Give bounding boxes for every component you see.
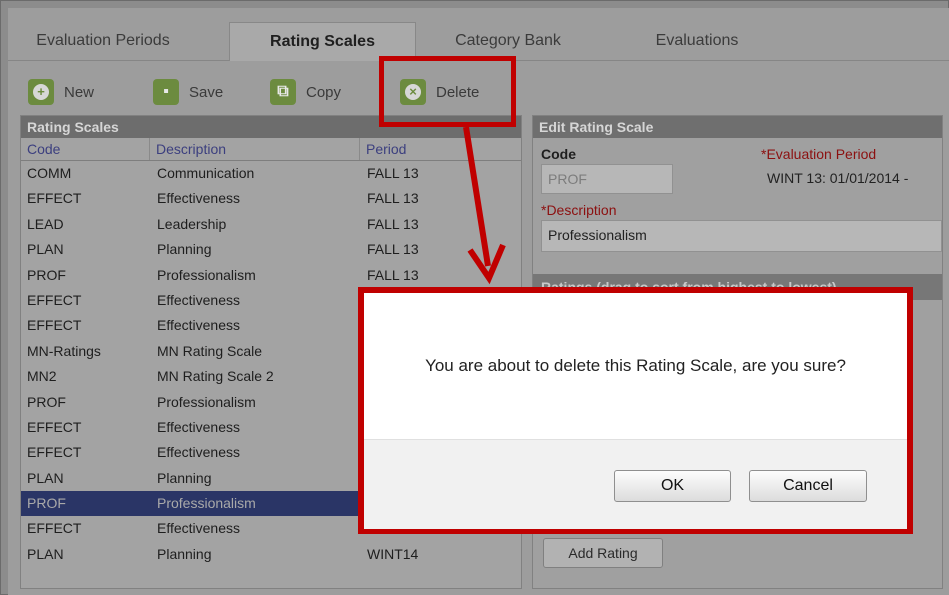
table-row[interactable]: PROF Professionalism FALL 13 bbox=[21, 263, 521, 288]
table-row[interactable]: PLAN Planning FALL 13 bbox=[21, 237, 521, 262]
cell-description: Leadership bbox=[157, 215, 227, 232]
delete-highlight-box bbox=[379, 56, 516, 127]
cell-description: Effectiveness bbox=[157, 444, 241, 461]
cell-description: Professionalism bbox=[157, 266, 256, 283]
copy-icon: ⧉ bbox=[270, 79, 296, 105]
tab-category-bank[interactable]: Category Bank bbox=[428, 22, 588, 60]
confirm-delete-dialog: You are about to delete this Rating Scal… bbox=[358, 287, 913, 534]
cell-description: Planning bbox=[157, 469, 212, 486]
cell-description: Effectiveness bbox=[157, 291, 241, 308]
description-field[interactable]: Professionalism bbox=[541, 220, 942, 252]
cell-code: LEAD bbox=[27, 215, 64, 232]
cell-description: Planning bbox=[157, 545, 212, 562]
cell-description: Planning bbox=[157, 241, 212, 258]
tab-evaluation-periods[interactable]: Evaluation Periods bbox=[8, 22, 198, 60]
table-row[interactable]: EFFECT Effectiveness FALL 13 bbox=[21, 186, 521, 211]
cell-description: Effectiveness bbox=[157, 317, 241, 334]
evaluation-period-label: *Evaluation Period bbox=[761, 146, 877, 162]
evaluation-period-select[interactable]: WINT 13: 01/01/2014 - bbox=[761, 164, 942, 194]
cell-code: PROF bbox=[27, 393, 66, 410]
table-header: Code Description Period bbox=[21, 138, 521, 161]
column-period[interactable]: Period bbox=[359, 138, 516, 160]
table-row[interactable]: COMM Communication FALL 13 bbox=[21, 161, 521, 186]
cell-description: MN Rating Scale 2 bbox=[157, 368, 274, 385]
cell-code: PLAN bbox=[27, 469, 64, 486]
code-label: Code bbox=[541, 146, 576, 162]
cell-period: FALL 13 bbox=[367, 165, 419, 181]
cell-period: WINT14 bbox=[367, 545, 419, 562]
edit-panel-title: Edit Rating Scale bbox=[533, 116, 942, 138]
code-field[interactable]: PROF bbox=[541, 164, 673, 194]
cell-period: FALL 13 bbox=[367, 266, 419, 283]
copy-button-label: Copy bbox=[306, 83, 342, 101]
column-code[interactable]: Code bbox=[27, 138, 60, 160]
new-button[interactable]: + New bbox=[28, 74, 94, 110]
cell-code: MN2 bbox=[27, 368, 57, 385]
cell-period: FALL 13 bbox=[367, 190, 419, 207]
cell-code: PLAN bbox=[27, 545, 64, 562]
new-button-label: New bbox=[64, 83, 95, 101]
cell-code: EFFECT bbox=[27, 190, 82, 207]
add-rating-button[interactable]: Add Rating bbox=[543, 538, 663, 568]
column-description[interactable]: Description bbox=[149, 138, 366, 160]
cell-description: Effectiveness bbox=[157, 520, 241, 537]
cell-code: PROF bbox=[27, 495, 66, 512]
table-row[interactable]: PLAN Planning WINT14 bbox=[21, 542, 521, 567]
cell-period: FALL 13 bbox=[367, 241, 419, 258]
cell-code: EFFECT bbox=[27, 520, 82, 537]
cell-code: COMM bbox=[27, 165, 72, 181]
ok-button[interactable]: OK bbox=[614, 470, 731, 502]
copy-button[interactable]: ⧉ Copy bbox=[270, 74, 341, 110]
cancel-button[interactable]: Cancel bbox=[749, 470, 867, 502]
cell-description: Effectiveness bbox=[157, 418, 241, 435]
cell-code: PROF bbox=[27, 266, 66, 283]
cell-description: Professionalism bbox=[157, 495, 256, 512]
cell-code: MN-Ratings bbox=[27, 342, 101, 359]
table-row[interactable]: LEAD Leadership FALL 13 bbox=[21, 212, 521, 237]
dialog-footer: OK Cancel bbox=[364, 439, 907, 529]
cell-code: EFFECT bbox=[27, 291, 82, 308]
cell-period: FALL 13 bbox=[367, 215, 419, 232]
save-button-label: Save bbox=[189, 83, 224, 101]
plus-icon: + bbox=[28, 79, 54, 105]
cell-code: PLAN bbox=[27, 241, 64, 258]
cell-description: Effectiveness bbox=[157, 190, 241, 207]
cell-code: EFFECT bbox=[27, 444, 82, 461]
cell-code: EFFECT bbox=[27, 418, 82, 435]
dialog-message: You are about to delete this Rating Scal… bbox=[364, 293, 907, 439]
cell-code: EFFECT bbox=[27, 317, 82, 334]
save-button[interactable]: ▪ Save bbox=[153, 74, 223, 110]
description-label: *Description bbox=[541, 202, 617, 218]
cell-description: Professionalism bbox=[157, 393, 256, 410]
cell-description: Communication bbox=[157, 165, 255, 181]
floppy-disk-icon: ▪ bbox=[153, 79, 179, 105]
cell-description: MN Rating Scale bbox=[157, 342, 263, 359]
tab-evaluations[interactable]: Evaluations bbox=[622, 22, 772, 60]
